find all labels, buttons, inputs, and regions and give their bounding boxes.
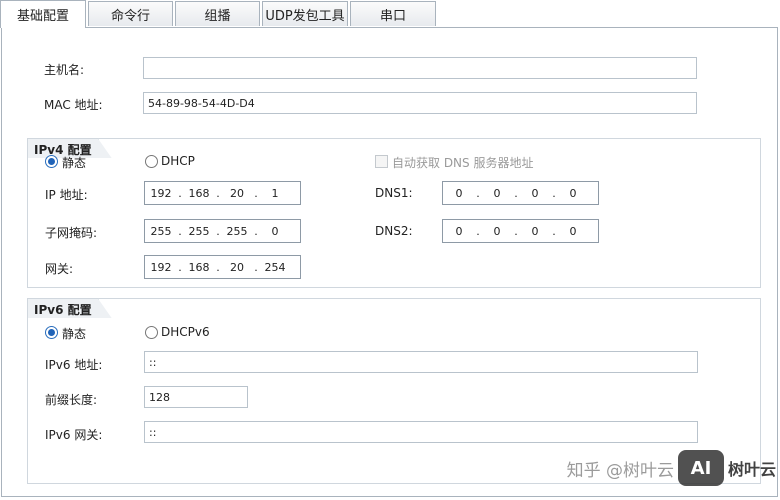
ip-octet: 0 xyxy=(531,224,539,238)
watermark: 知乎 @树叶云 AI 树叶云 xyxy=(567,450,776,486)
ip-octet: 20 xyxy=(230,186,244,200)
subnet-mask-label: 子网掩码: xyxy=(45,226,98,240)
ipv6-static-radio[interactable] xyxy=(45,326,58,339)
ip-octet: 192 xyxy=(150,260,172,274)
ip-octet: 255 xyxy=(226,224,248,238)
gateway-input[interactable]: 192. 168. 20. 254 xyxy=(144,255,301,279)
auto-dns-checkbox[interactable] xyxy=(375,155,388,168)
tab-serial[interactable]: 串口 xyxy=(350,1,436,26)
ip-octet: 1 xyxy=(271,186,279,200)
tab-bar: 基础配置 命令行 组播 UDP发包工具 串口 xyxy=(0,0,780,28)
ip-octet: 0 xyxy=(569,186,577,200)
prefix-length-input[interactable] xyxy=(144,386,248,408)
ip-octet: 0 xyxy=(271,224,279,238)
ip-octet: 0 xyxy=(455,186,463,200)
tab-multicast[interactable]: 组播 xyxy=(175,1,260,26)
dns2-label: DNS2: xyxy=(375,224,413,238)
ip-octet: 0 xyxy=(493,186,501,200)
ipv4-ip-input[interactable]: 192. 168. 20. 1 xyxy=(144,181,301,205)
ipv6-address-label: IPv6 地址: xyxy=(45,358,103,372)
subnet-mask-input[interactable]: 255. 255. 255. 0 xyxy=(144,219,301,243)
ip-octet: 0 xyxy=(531,186,539,200)
tab-command-line[interactable]: 命令行 xyxy=(88,1,173,26)
ip-octet: 0 xyxy=(493,224,501,238)
dns1-label: DNS1: xyxy=(375,186,413,200)
ip-octet: 254 xyxy=(264,260,286,274)
ipv4-dhcp-label: DHCP xyxy=(161,154,195,168)
auto-dns-label: 自动获取 DNS 服务器地址 xyxy=(392,156,534,170)
ipv6-gateway-input[interactable] xyxy=(144,421,698,443)
ipv6-group-title: IPv6 配置 xyxy=(27,298,99,318)
dns2-input[interactable]: 0. 0. 0. 0 xyxy=(442,219,599,243)
watermark-brand: 树叶云 xyxy=(727,460,776,479)
ipv6-gateway-label: IPv6 网关: xyxy=(45,428,103,442)
hostname-input[interactable] xyxy=(143,57,697,79)
ip-octet: 20 xyxy=(230,260,244,274)
ip-octet: 192 xyxy=(150,186,172,200)
gateway-label: 网关: xyxy=(45,262,74,276)
ip-octet: 168 xyxy=(188,186,210,200)
tab-basic-config[interactable]: 基础配置 xyxy=(0,0,86,28)
ip-octet: 168 xyxy=(188,260,210,274)
mac-input[interactable] xyxy=(143,92,697,114)
hostname-label: 主机名: xyxy=(44,63,85,77)
ipv4-static-label: 静态 xyxy=(62,156,87,170)
ipv6-address-input[interactable] xyxy=(144,351,698,373)
mac-label: MAC 地址: xyxy=(44,98,103,112)
ipv6-dhcp-label: DHCPv6 xyxy=(161,325,210,339)
watermark-logo-icon: AI xyxy=(677,450,724,486)
ipv4-group: IPv4 配置 静态 DHCP 自动获取 DNS 服务器地址 IP 地址: 19… xyxy=(27,138,761,288)
ip-octet: 255 xyxy=(150,224,172,238)
ipv4-static-radio[interactable] xyxy=(45,155,58,168)
dns1-input[interactable]: 0. 0. 0. 0 xyxy=(442,181,599,205)
tab-udp-tool[interactable]: UDP发包工具 xyxy=(262,1,348,26)
prefix-length-label: 前缀长度: xyxy=(45,393,98,407)
watermark-text: 知乎 @树叶云 xyxy=(566,460,674,481)
ipv4-ip-label: IP 地址: xyxy=(45,188,88,202)
config-panel: 主机名: MAC 地址: IPv4 配置 静态 DHCP 自动获取 DNS 服务… xyxy=(1,27,778,497)
ipv4-dhcp-radio[interactable] xyxy=(145,155,158,168)
ip-octet: 255 xyxy=(188,224,210,238)
ip-octet: 0 xyxy=(455,224,463,238)
ip-octet: 0 xyxy=(569,224,577,238)
ipv6-static-label: 静态 xyxy=(62,327,87,341)
ipv6-dhcp-radio[interactable] xyxy=(145,326,158,339)
